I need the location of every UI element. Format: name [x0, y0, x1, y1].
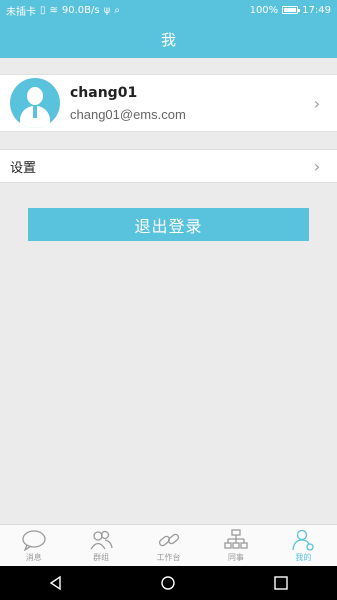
avatar-head [27, 87, 43, 105]
org-chart-icon [224, 528, 248, 549]
search-icon: ⌕ [114, 4, 120, 16]
usb-icon: ψ [103, 4, 111, 16]
tab-label: 同事 [227, 552, 244, 562]
chat-bubble-icon [22, 529, 46, 551]
avatar-tie [33, 106, 37, 118]
recents-icon[interactable] [273, 575, 289, 591]
bottom-tab-bar: 消息 群组 工作台 同事 我的 [0, 524, 337, 566]
settings-row[interactable]: 设置 › [0, 149, 337, 183]
profile-row[interactable]: chang01 chang01@ems.com › [0, 74, 337, 132]
system-nav-bar [0, 566, 337, 600]
user-avatar-icon [10, 78, 60, 128]
tab-workbench[interactable]: 工作台 [135, 525, 202, 566]
page-title: 我 [160, 30, 176, 49]
tab-me[interactable]: 我的 [270, 525, 337, 566]
network-speed: 90.0B/s [61, 4, 100, 16]
tab-label: 工作台 [156, 552, 181, 562]
settings-label: 设置 [10, 160, 37, 176]
page-title-bar: 我 [0, 20, 337, 58]
profile-email: chang01@ems.com [70, 106, 186, 122]
chevron-right-icon: › [313, 93, 321, 113]
logout-button[interactable]: 退出登录 [28, 208, 309, 241]
back-icon[interactable] [48, 575, 64, 591]
link-icon [158, 533, 179, 546]
battery-percent: 100% [249, 4, 279, 16]
tab-messages[interactable]: 消息 [0, 525, 67, 566]
profile-icon [292, 529, 314, 551]
tab-colleagues[interactable]: 同事 [202, 525, 269, 566]
home-icon[interactable] [160, 575, 176, 591]
chevron-right-icon: › [313, 156, 321, 176]
profile-name: chang01 [70, 84, 138, 101]
tab-groups[interactable]: 群组 [67, 525, 134, 566]
tab-label: 我的 [295, 552, 312, 562]
status-bar: 未插卡 ▯ ≋ 90.0B/s ψ ⌕ 100% 17:49 [0, 0, 337, 20]
tab-label: 消息 [25, 552, 42, 562]
clock: 17:49 [302, 4, 331, 16]
group-icon [90, 530, 113, 549]
profile-info: chang01 chang01@ems.com [70, 85, 307, 122]
battery-fill [284, 8, 297, 12]
sim-icon: ▯ [40, 4, 46, 16]
tab-label: 群组 [93, 552, 110, 562]
wifi-icon: ≋ [49, 4, 58, 16]
battery-icon [282, 6, 301, 14]
carrier-text: 未插卡 [6, 6, 36, 18]
